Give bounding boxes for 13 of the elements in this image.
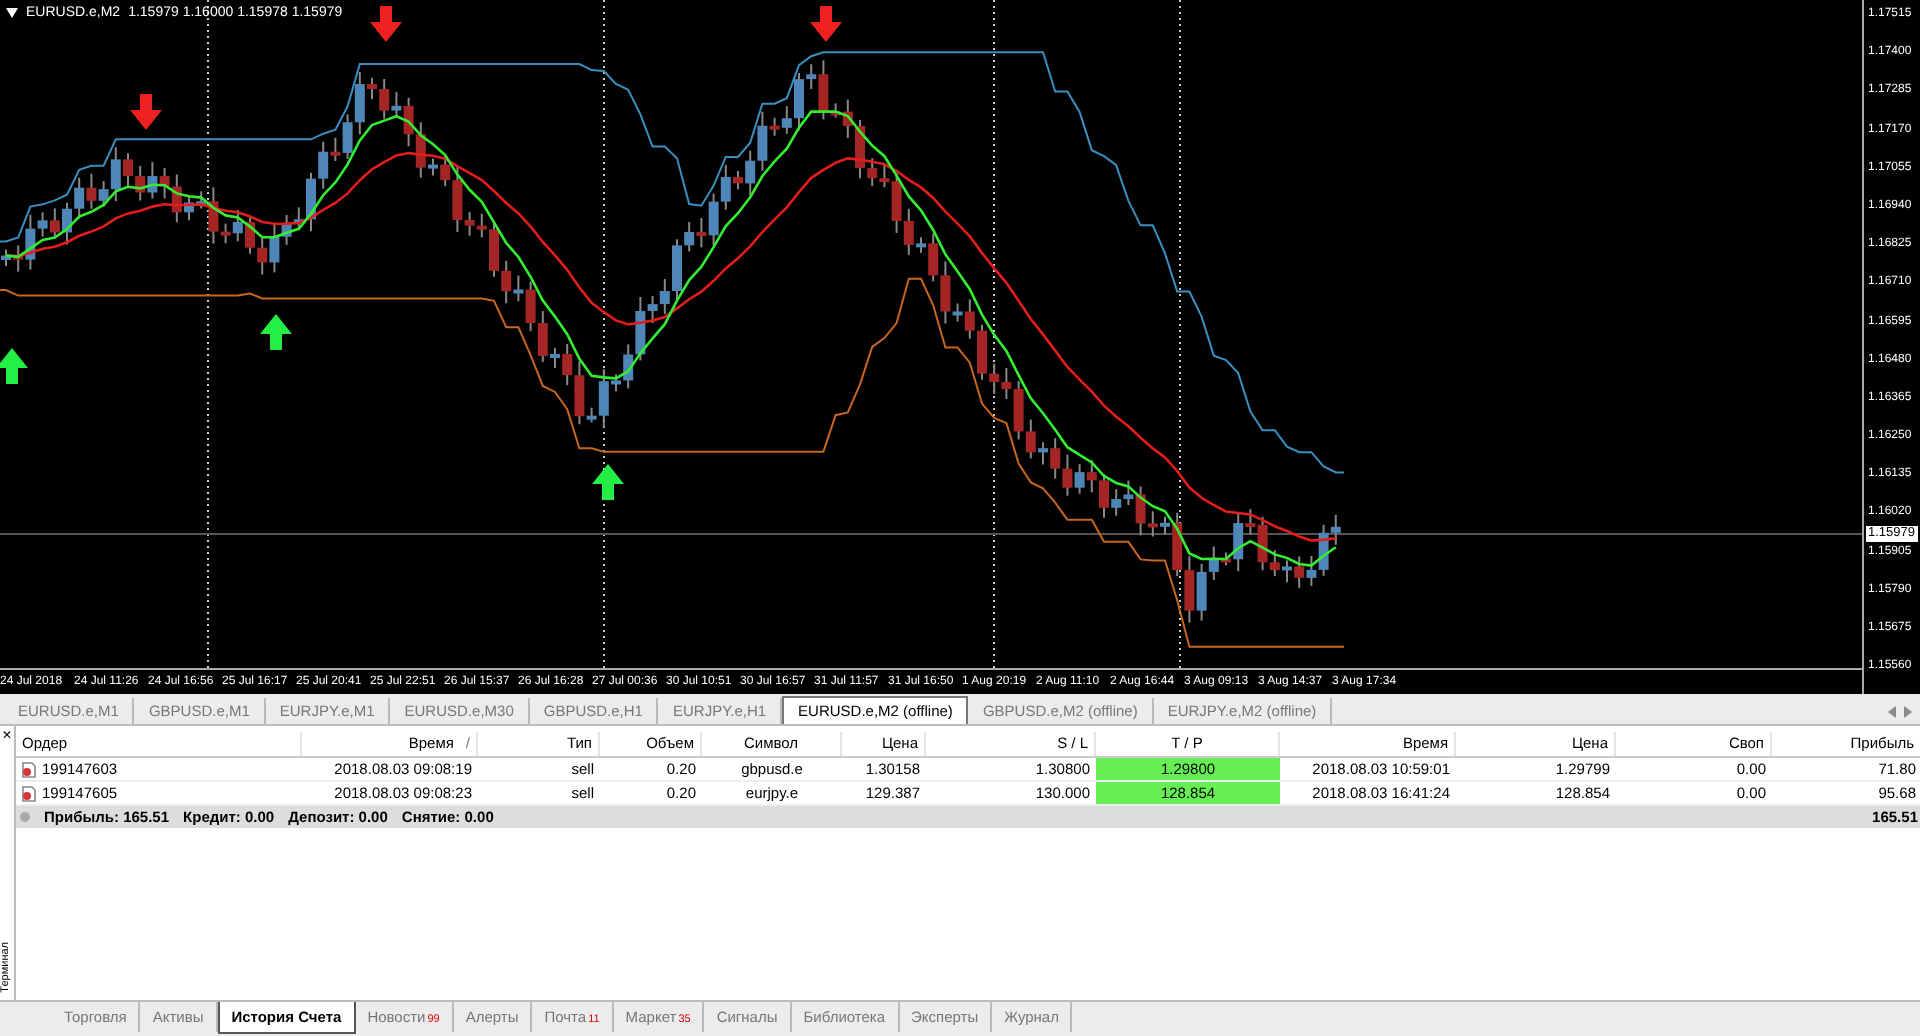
down-arrow-icon [130, 94, 162, 130]
scroll-right-icon[interactable] [1904, 706, 1912, 718]
up-arrow-icon [592, 464, 624, 500]
document-icon [22, 785, 36, 801]
scroll-left-icon[interactable] [1888, 706, 1896, 718]
down-arrow-icon [810, 6, 842, 42]
up-arrow-icon [0, 348, 28, 384]
dropdown-icon[interactable] [6, 8, 18, 18]
status-dot-icon [20, 812, 30, 822]
up-arrow-icon [260, 314, 292, 350]
document-icon [22, 761, 36, 777]
close-icon[interactable]: × [2, 726, 12, 744]
down-arrow-icon [370, 6, 402, 42]
